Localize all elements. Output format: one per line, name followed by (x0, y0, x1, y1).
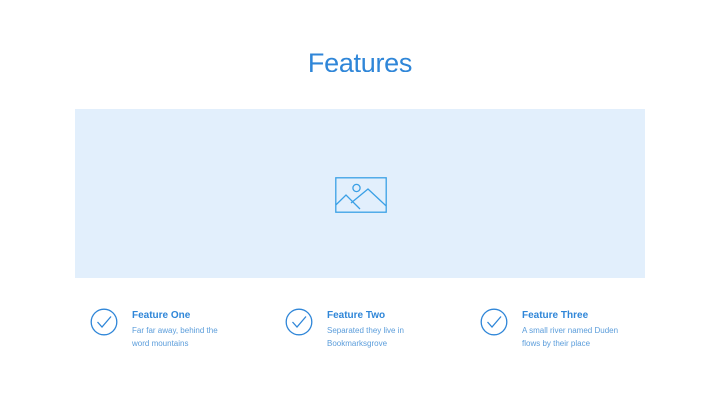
feature-description-line: flows by their place (522, 338, 591, 348)
feature-item: Feature One Far far away, behind the wor… (90, 306, 260, 366)
feature-description-line: Bookmarksgrove (327, 338, 388, 348)
feature-item: Feature Two Separated they live in Bookm… (285, 306, 455, 366)
feature-description-line: Far far away, behind the (132, 326, 218, 335)
feature-title: Feature Three (522, 310, 589, 321)
feature-description: A small river named Duden flows by their… (522, 325, 622, 350)
hero-image-placeholder (75, 109, 645, 278)
check-circle-icon (480, 308, 508, 336)
feature-description-line: A small river named Duden (522, 326, 619, 335)
feature-description: Far far away, behind the word mountains (132, 325, 232, 350)
feature-item: Feature Three A small river named Duden … (480, 306, 650, 366)
feature-title: Feature One (132, 310, 191, 321)
check-circle-icon (285, 308, 313, 336)
feature-description-line: Separated they live in (327, 326, 404, 335)
check-circle-icon (90, 308, 118, 336)
page-title: Features (307, 48, 413, 72)
feature-description: Separated they live in Bookmarksgrove (327, 325, 427, 350)
image-placeholder-icon (335, 177, 387, 213)
feature-description-line: word mountains (132, 338, 189, 348)
feature-title: Feature Two (327, 310, 386, 321)
section-header: Features (0, 46, 720, 72)
features-list: Feature One Far far away, behind the wor… (0, 306, 720, 366)
